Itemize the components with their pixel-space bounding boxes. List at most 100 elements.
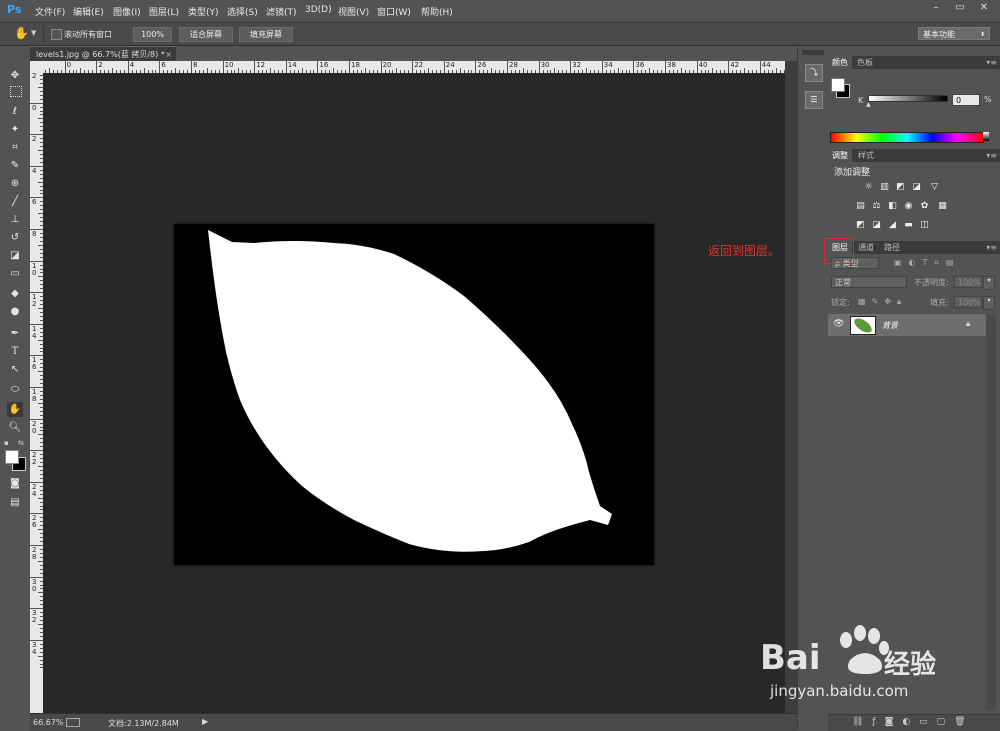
zoom-100-button[interactable]: 100% [133,27,172,42]
document-image[interactable] [174,224,654,565]
gradient-tool-icon[interactable]: ▭ [7,266,23,281]
hand-tool-icon[interactable]: ✋ [14,26,29,40]
slider-thumb-icon[interactable]: ▲ [866,101,871,108]
black-white-icon[interactable]: ◧ [887,201,898,212]
tab-channels[interactable]: 通道 [854,241,878,254]
path-selection-tool-icon[interactable]: ↖ [7,362,23,377]
zoom-tool-icon[interactable]: 🔍︎ [7,420,23,435]
vibrance-adjust-icon[interactable]: ▽ [929,182,940,193]
brightness-adjust-icon[interactable]: ☼ [863,182,874,193]
panel-menu-icon[interactable]: ▾≡ [986,243,997,252]
hue-saturation-icon[interactable]: ▤ [855,201,866,212]
panel-menu-icon[interactable]: ▾≡ [986,151,997,160]
dodge-tool-icon[interactable]: ● [7,304,23,319]
tab-close-icon[interactable]: × [165,47,172,62]
layer-filter-icons[interactable]: ▣◐T⌗▤ [894,258,961,268]
marquee-tool-icon[interactable] [10,86,22,97]
magic-wand-tool-icon[interactable]: ✦ [7,122,23,137]
history-brush-tool-icon[interactable]: ↺ [7,230,23,245]
healing-brush-tool-icon[interactable]: ⊕ [7,176,23,191]
eyedropper-tool-icon[interactable]: ✎ [7,158,23,173]
menu-view[interactable]: 视图(V) [338,5,369,18]
pen-tool-icon[interactable]: ✒ [7,326,23,341]
fill-chevron-icon[interactable]: ▾ [983,296,995,310]
menu-window[interactable]: 窗口(W) [377,5,411,18]
lasso-tool-icon[interactable]: ℓ [7,104,23,119]
layers-scrollbar[interactable] [986,314,996,710]
workspace-select[interactable]: 基本功能 ⬍ [918,27,990,40]
threshold-icon[interactable]: ◢ [887,220,898,231]
tab-styles[interactable]: 样式 [854,149,878,162]
color-value-field[interactable]: 0 [952,94,980,106]
lock-icons[interactable]: ▦✎✥🔒︎ [858,297,907,307]
type-tool-icon[interactable]: T [7,344,23,359]
fill-field[interactable]: 100% [954,296,982,308]
exposure-adjust-icon[interactable]: ◪ [911,182,922,193]
color-fg-swatch[interactable] [831,78,845,92]
tab-color[interactable]: 颜色 [828,56,852,69]
foreground-color-swatch[interactable] [5,450,19,464]
layer-row-background[interactable]: 👁︎ 背景 🔒︎ [828,314,986,336]
menu-filter[interactable]: 滤镜(T) [266,5,297,18]
menu-file[interactable]: 文件(F) [35,5,65,18]
levels-adjust-icon[interactable]: ▥ [879,182,890,193]
move-tool-icon[interactable]: ✥ [7,68,23,83]
vertical-ruler[interactable]: 2 0 2 4 6 8 10 12 14 16 18 20 22 24 26 28 30 32 34 [30,73,44,713]
canvas-scrollbar[interactable] [785,61,797,713]
close-button[interactable]: ✕ [976,2,992,16]
spectrum-bw-swatch[interactable] [983,132,989,141]
clone-stamp-tool-icon[interactable]: ⊥ [7,212,23,227]
swap-colors-icon[interactable]: ⇆ [18,439,24,447]
menu-image[interactable]: 图像(I) [113,5,141,18]
crop-tool-icon[interactable]: ⌗ [7,140,23,155]
status-menu-arrow-icon[interactable]: ▶ [202,717,208,726]
channel-mixer-icon[interactable]: ✿ [919,201,930,212]
blur-tool-icon[interactable]: ◆ [7,286,23,301]
fit-screen-button[interactable]: 适合屏幕 [179,27,233,42]
zoom-level[interactable]: 66.67% [33,718,64,727]
invert-icon[interactable]: ◩ [855,220,866,231]
menu-select[interactable]: 选择(S) [227,5,258,18]
maximize-button[interactable]: ▭ [952,2,968,16]
gradient-map-icon[interactable]: ▬ [903,220,914,231]
menu-help[interactable]: 帮助(H) [421,5,453,18]
dock-grip[interactable] [802,50,824,55]
hand-tool-active-icon[interactable]: ✋ [7,402,23,417]
color-spectrum-bar[interactable] [830,132,984,143]
screen-mode-icon[interactable]: ▤ [7,495,23,510]
menu-type[interactable]: 类型(Y) [188,5,219,18]
tab-swatches[interactable]: 色板 [853,56,877,69]
color-balance-icon[interactable]: ⚖ [871,201,882,212]
posterize-icon[interactable]: ◪ [871,220,882,231]
layer-name[interactable]: 背景 [882,320,898,331]
opacity-chevron-icon[interactable]: ▾ [983,276,995,290]
ellipse-tool-icon[interactable]: ⬭ [7,382,23,397]
properties-panel-icon[interactable]: ☰ [805,91,823,109]
photo-filter-icon[interactable]: ◉ [903,201,914,212]
opacity-field[interactable]: 100% [954,276,982,288]
quick-mask-icon[interactable]: ◙ [7,476,23,491]
blend-mode-select[interactable]: 正常 [831,276,907,288]
tab-paths[interactable]: 路径 [880,241,904,254]
panel-menu-icon[interactable]: ▾≡ [986,58,997,67]
curves-adjust-icon[interactable]: ◩ [895,182,906,193]
document-tab[interactable]: levels1.jpg @ 66.7%(蓝 拷贝/8) * × [30,46,176,61]
history-panel-icon[interactable]: ⤵ [805,64,823,82]
default-colors-icon[interactable]: ▪ [4,439,9,447]
menu-layer[interactable]: 图层(L) [149,5,179,18]
eye-icon[interactable]: 👁︎ [833,319,844,329]
tab-adjustments[interactable]: 调整 [828,149,852,162]
color-lookup-icon[interactable]: ▦ [937,201,948,212]
minimize-button[interactable]: – [928,2,944,16]
menu-edit[interactable]: 编辑(E) [73,5,104,18]
scroll-all-checkbox[interactable] [51,29,62,40]
fill-screen-button[interactable]: 填充屏幕 [239,27,293,42]
eraser-tool-icon[interactable]: ◪ [7,248,23,263]
color-k-slider[interactable] [868,95,948,102]
brush-tool-icon[interactable]: ╱ [7,194,23,209]
selective-color-icon[interactable]: ◫ [919,220,930,231]
layers-footer-icons[interactable]: ⛓ƒ◙◐▭▢🗑︎ [852,717,975,727]
menu-3d[interactable]: 3D(D) [305,5,332,15]
export-icon[interactable] [66,718,80,727]
tool-preset-chevron-icon[interactable]: ▼ [31,29,36,37]
